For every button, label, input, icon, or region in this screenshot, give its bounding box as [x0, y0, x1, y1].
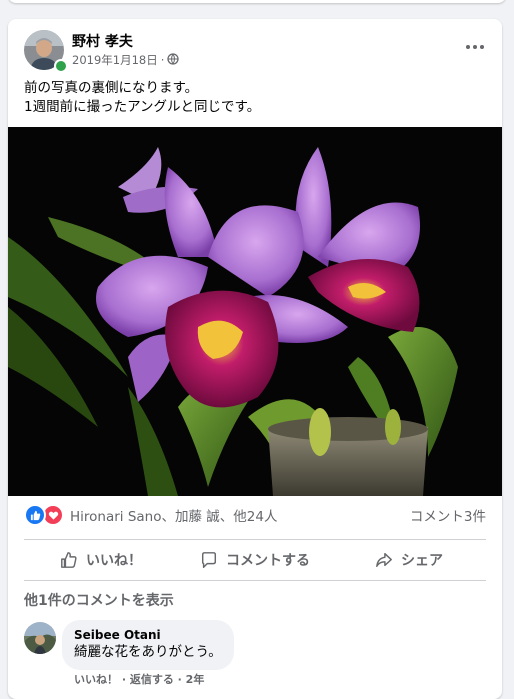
meta-separator: · — [160, 53, 165, 67]
post-text-line-2: 1週間前に撮ったアングルと同じです。 — [24, 99, 261, 115]
comment-bubble: Seibee Otani 綺麗な花をありがとう。 — [62, 620, 234, 670]
reactions-bar: Hironari Sano、加藤 誠、他24人 コメント3件 — [24, 503, 486, 527]
comment-button-label: コメントする — [226, 553, 310, 569]
post-photo[interactable] — [8, 127, 502, 496]
like-button[interactable]: いいね！ — [24, 541, 178, 579]
post-meta: 2019年1月18日 · — [72, 52, 180, 68]
online-status-dot — [54, 59, 68, 73]
post-text-line-1: 前の写真の裏側になります。 — [24, 80, 199, 96]
thumbs-up-icon — [61, 552, 77, 568]
like-icon — [24, 504, 46, 526]
reaction-icons[interactable] — [24, 504, 64, 526]
previous-post-edge — [0, 0, 514, 6]
globe-icon[interactable] — [167, 52, 180, 68]
comment-button[interactable]: コメントする — [178, 541, 332, 579]
share-button[interactable]: シェア — [332, 541, 486, 579]
action-bar: いいね！ コメントする シェア — [24, 541, 486, 579]
post-card: 野村 孝夫 2019年1月18日 · 前の写真の裏側になります。 1週間前に撮っ… — [8, 19, 502, 699]
like-button-label: いいね！ — [86, 553, 142, 569]
comment-icon — [201, 552, 217, 568]
orchid-photo — [8, 127, 502, 496]
commenter-name[interactable]: Seibee Otani — [74, 627, 222, 643]
commenter-avatar[interactable] — [24, 622, 56, 654]
share-button-label: シェア — [401, 553, 443, 569]
comment-text: 綺麗な花をありがとう。 — [74, 644, 222, 660]
post-header: 野村 孝夫 2019年1月18日 · — [8, 19, 502, 77]
divider-top — [24, 539, 486, 540]
commenter-avatar-image — [24, 622, 56, 654]
comment-count[interactable]: コメント3件 — [410, 505, 486, 525]
previous-post-card-bottom — [8, 0, 506, 3]
post-date[interactable]: 2019年1月18日 — [72, 52, 158, 68]
divider-bottom — [24, 580, 486, 581]
author-name[interactable]: 野村 孝夫 — [72, 31, 133, 51]
reaction-names[interactable]: Hironari Sano、加藤 誠、他24人 — [70, 505, 277, 525]
share-icon — [376, 552, 392, 568]
comment-footer[interactable]: いいね！ · 返信する · 2年 — [74, 671, 204, 687]
more-options-icon[interactable] — [460, 37, 490, 57]
post-text: 前の写真の裏側になります。 1週間前に撮ったアングルと同じです。 — [24, 79, 484, 117]
view-more-comments-link[interactable]: 他1件のコメントを表示 — [24, 590, 174, 610]
